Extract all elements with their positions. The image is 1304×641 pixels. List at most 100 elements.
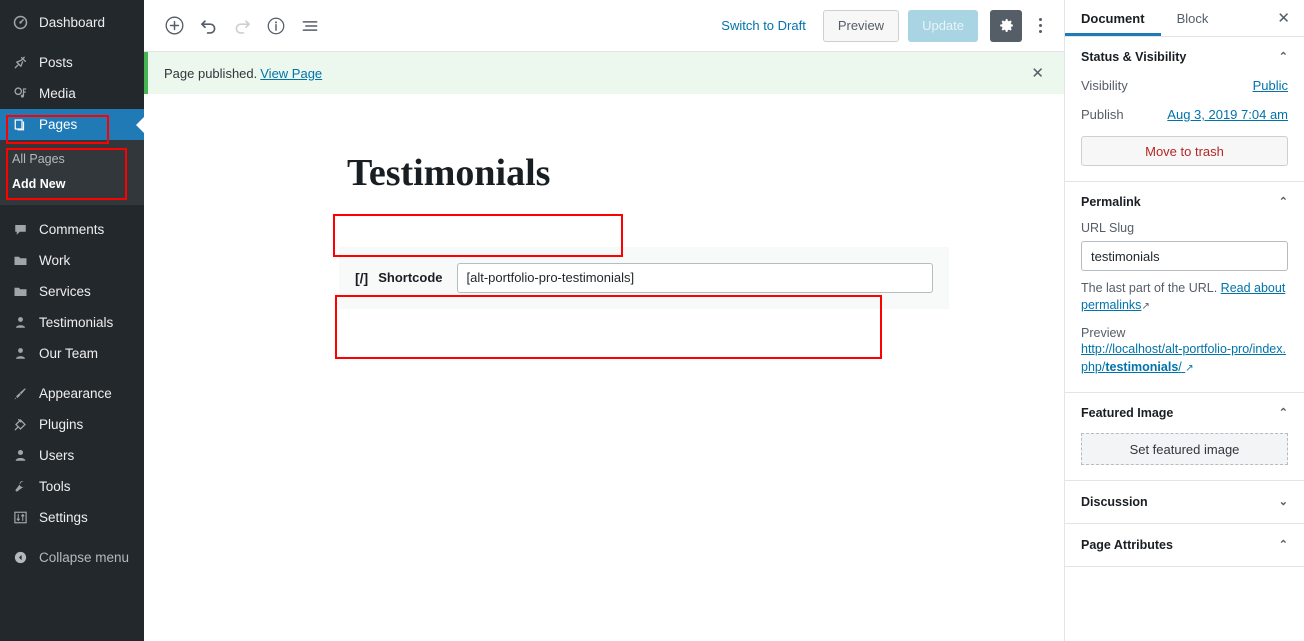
sidebar-item-services[interactable]: Services [0,276,144,307]
sidebar-item-media[interactable]: Media [0,78,144,109]
pages-icon [11,117,30,132]
submenu-item-add-new[interactable]: Add New [0,172,144,197]
permalink-preview-link[interactable]: http://localhost/alt-portfolio-pro/index… [1081,342,1286,374]
media-icon [11,86,30,101]
sidebar-item-label: Appearance [39,386,112,401]
add-block-button[interactable] [157,9,191,43]
sidebar-separator [0,38,144,47]
editor-canvas[interactable]: Testimonials [/] Shortcode [144,94,1064,641]
content-info-button[interactable] [259,9,293,43]
panel-permalink: Permalink ⌃ URL Slug The last part of th… [1065,182,1304,393]
move-to-trash-button[interactable]: Move to trash [1081,136,1288,166]
sidebar-item-label: Pages [39,117,78,132]
sidebar-item-label: Plugins [39,417,84,432]
sidebar-separator [0,205,144,214]
redo-button[interactable] [225,9,259,43]
collapse-icon [11,550,30,565]
update-button[interactable]: Update [908,9,978,42]
row-visibility: Visibility Public [1081,78,1288,93]
tab-block[interactable]: Block [1161,0,1225,36]
submenu-item-all-pages[interactable]: All Pages [0,147,144,172]
block-list: Testimonials [/] Shortcode [339,149,949,309]
panel-title: Status & Visibility [1081,50,1187,64]
row-publish: Publish Aug 3, 2019 7:04 am [1081,107,1288,122]
tab-label: Block [1176,10,1209,26]
tab-document[interactable]: Document [1065,0,1161,36]
sidebar-item-label: Collapse menu [39,550,130,565]
sidebar-item-settings[interactable]: Settings [0,502,144,533]
view-page-link[interactable]: View Page [260,66,322,81]
panel-header[interactable]: Discussion ⌄ [1081,495,1288,509]
info-icon [267,17,285,34]
more-options-button[interactable] [1029,18,1051,33]
redo-icon [235,20,250,34]
published-notice: Page published. View Page ✕ [144,52,1064,94]
settings-sidebar: Document Block ✕ Status & Visibility ⌃ V… [1064,0,1304,641]
preview-url-slug: testimonials [1105,360,1179,374]
sidebar-item-dashboard[interactable]: Dashboard [0,7,144,38]
panel-title: Permalink [1081,195,1141,209]
sidebar-item-label: Dashboard [39,15,106,30]
gear-icon [999,19,1013,32]
publish-date-button[interactable]: Aug 3, 2019 7:04 am [1167,107,1288,122]
block-navigation-button[interactable] [293,9,327,43]
visibility-value-button[interactable]: Public [1253,78,1288,93]
sidebar-item-work[interactable]: Work [0,245,144,276]
user-icon [11,346,30,361]
external-link-icon: ↗ [1141,301,1150,312]
chevron-down-icon: ⌄ [1278,495,1288,508]
post-title[interactable]: Testimonials [339,149,949,201]
settings-button[interactable] [990,9,1022,42]
panel-header[interactable]: Permalink ⌃ [1081,195,1288,209]
sidebar-item-label: Services [39,284,91,299]
external-link-icon: ↗ [1185,363,1194,374]
shortcode-block[interactable]: [/] Shortcode [339,246,949,309]
panel-title: Page Attributes [1081,538,1173,552]
sidebar-item-collapse-menu[interactable]: Collapse menu [0,542,144,573]
folder-icon [11,284,30,299]
settings-tabs: Document Block ✕ [1065,0,1304,37]
sidebar-item-posts[interactable]: Posts [0,47,144,78]
sidebar-item-comments[interactable]: Comments [0,214,144,245]
submenu-item-label: All Pages [12,152,65,166]
dismiss-notice-button[interactable]: ✕ [1031,64,1050,82]
undo-button[interactable] [191,9,225,43]
sidebar-submenu-pages: All Pages Add New [0,140,144,205]
sidebar-item-users[interactable]: Users [0,440,144,471]
sidebar-item-pages[interactable]: Pages [0,109,144,140]
switch-to-draft-button[interactable]: Switch to Draft [721,18,806,33]
sidebar-item-testimonials[interactable]: Testimonials [0,307,144,338]
panel-page-attributes: Page Attributes ⌃ [1065,524,1304,567]
panel-header[interactable]: Page Attributes ⌃ [1081,538,1288,552]
sidebar-item-label: Settings [39,510,88,525]
sidebar-item-tools[interactable]: Tools [0,471,144,502]
sidebar-item-our-team[interactable]: Our Team [0,338,144,369]
close-sidebar-button[interactable]: ✕ [1263,0,1304,36]
plus-circle-icon [165,16,183,35]
plug-icon [11,417,30,432]
panel-title: Featured Image [1081,406,1174,420]
visibility-label: Visibility [1081,78,1128,93]
panel-header[interactable]: Featured Image ⌃ [1081,406,1288,420]
shortcode-input[interactable] [456,262,933,293]
dashboard-icon [11,15,30,30]
preview-button[interactable]: Preview [822,9,900,42]
set-featured-image-button[interactable]: Set featured image [1081,433,1288,465]
sidebar-separator [0,533,144,542]
sidebar-item-plugins[interactable]: Plugins [0,409,144,440]
sidebar-item-label: Testimonials [39,315,114,330]
url-slug-input[interactable] [1081,241,1288,271]
chevron-up-icon: ⌃ [1278,195,1288,208]
sidebar-item-label: Posts [39,55,73,70]
sliders-icon [11,510,30,525]
sidebar-item-label: Tools [39,479,71,494]
panel-header[interactable]: Status & Visibility ⌃ [1081,50,1288,64]
permalink-help-text: The last part of the URL. [1081,281,1218,295]
url-slug-label: URL Slug [1081,221,1135,235]
notice-message: Page published. [164,65,258,81]
shortcode-label: Shortcode [378,270,443,286]
sidebar-item-appearance[interactable]: Appearance [0,378,144,409]
sidebar-item-label: Users [39,448,75,463]
dot-icon [1038,24,1042,27]
undo-icon [200,20,215,34]
